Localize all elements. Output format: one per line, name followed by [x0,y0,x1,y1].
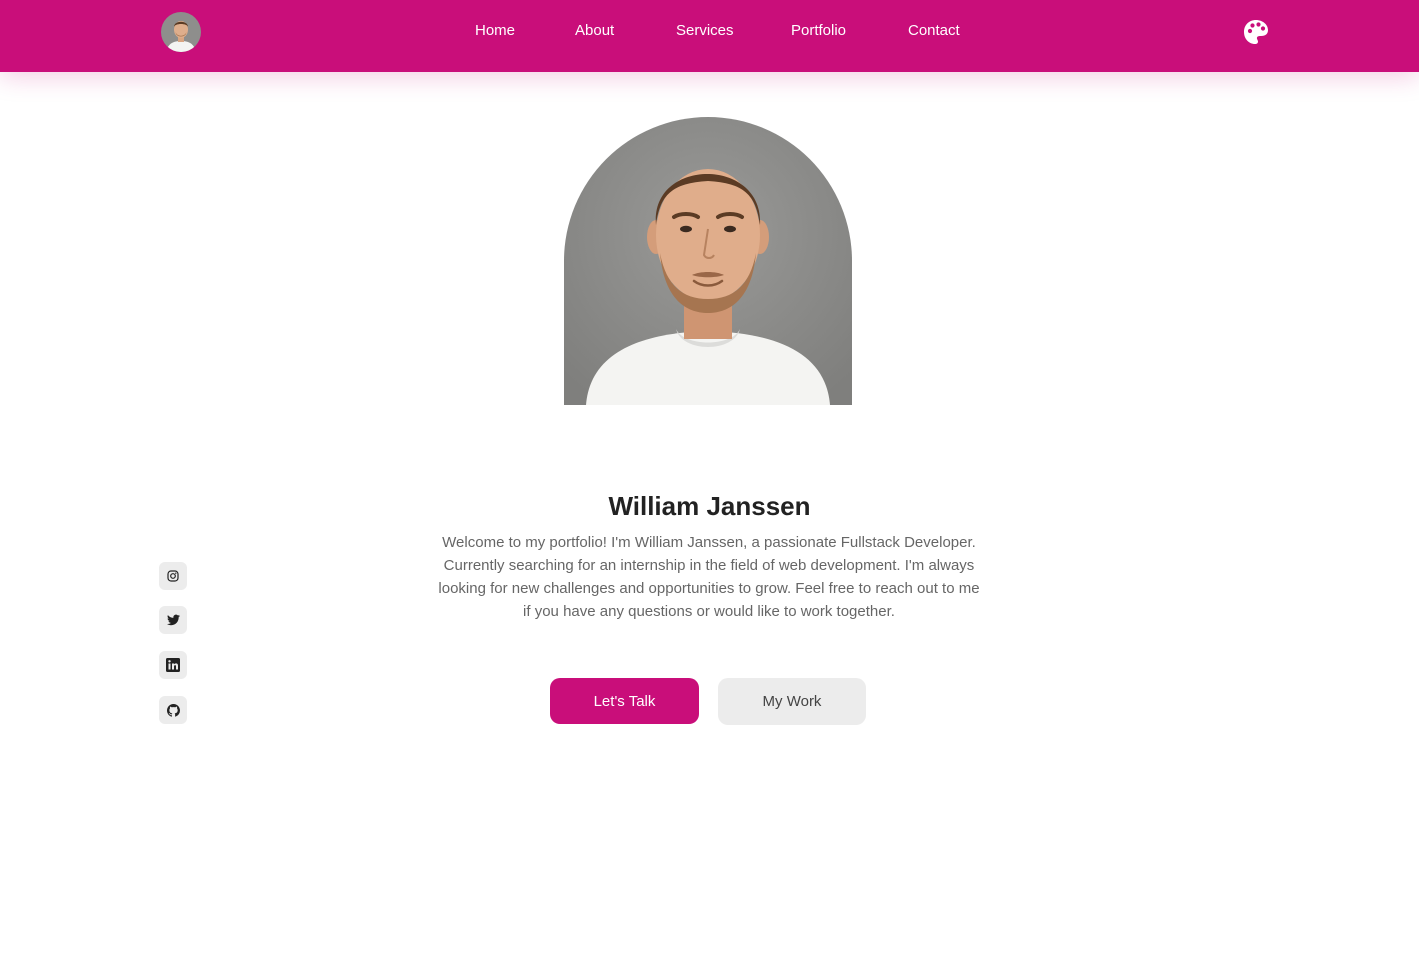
portrait-photo [564,117,852,405]
linkedin-link[interactable] [159,651,187,679]
lets-talk-button[interactable]: Let's Talk [550,678,699,724]
theme-palette-button[interactable] [1242,18,1270,46]
nav-link-about[interactable]: About [575,22,614,40]
github-link[interactable] [159,696,187,724]
portrait-image [564,117,852,405]
nav-link-home[interactable]: Home [475,22,515,40]
main-navigation: Home About Services Portfolio Contact [0,0,1419,72]
twitter-icon [166,614,180,626]
twitter-link[interactable] [159,606,187,634]
palette-icon [1244,20,1268,44]
nav-link-services[interactable]: Services [676,22,734,40]
hero-bio: Welcome to my portfolio! I'm William Jan… [438,534,980,620]
linkedin-icon [166,658,180,672]
nav-link-contact[interactable]: Contact [908,22,960,40]
instagram-link[interactable] [159,562,187,590]
my-work-button[interactable]: My Work [718,678,866,725]
github-icon [166,703,180,717]
nav-link-portfolio[interactable]: Portfolio [791,22,846,40]
top-navigation-bar: Home About Services Portfolio Contact [0,0,1419,72]
instagram-icon [167,570,179,582]
hero-name: William Janssen [608,491,811,521]
